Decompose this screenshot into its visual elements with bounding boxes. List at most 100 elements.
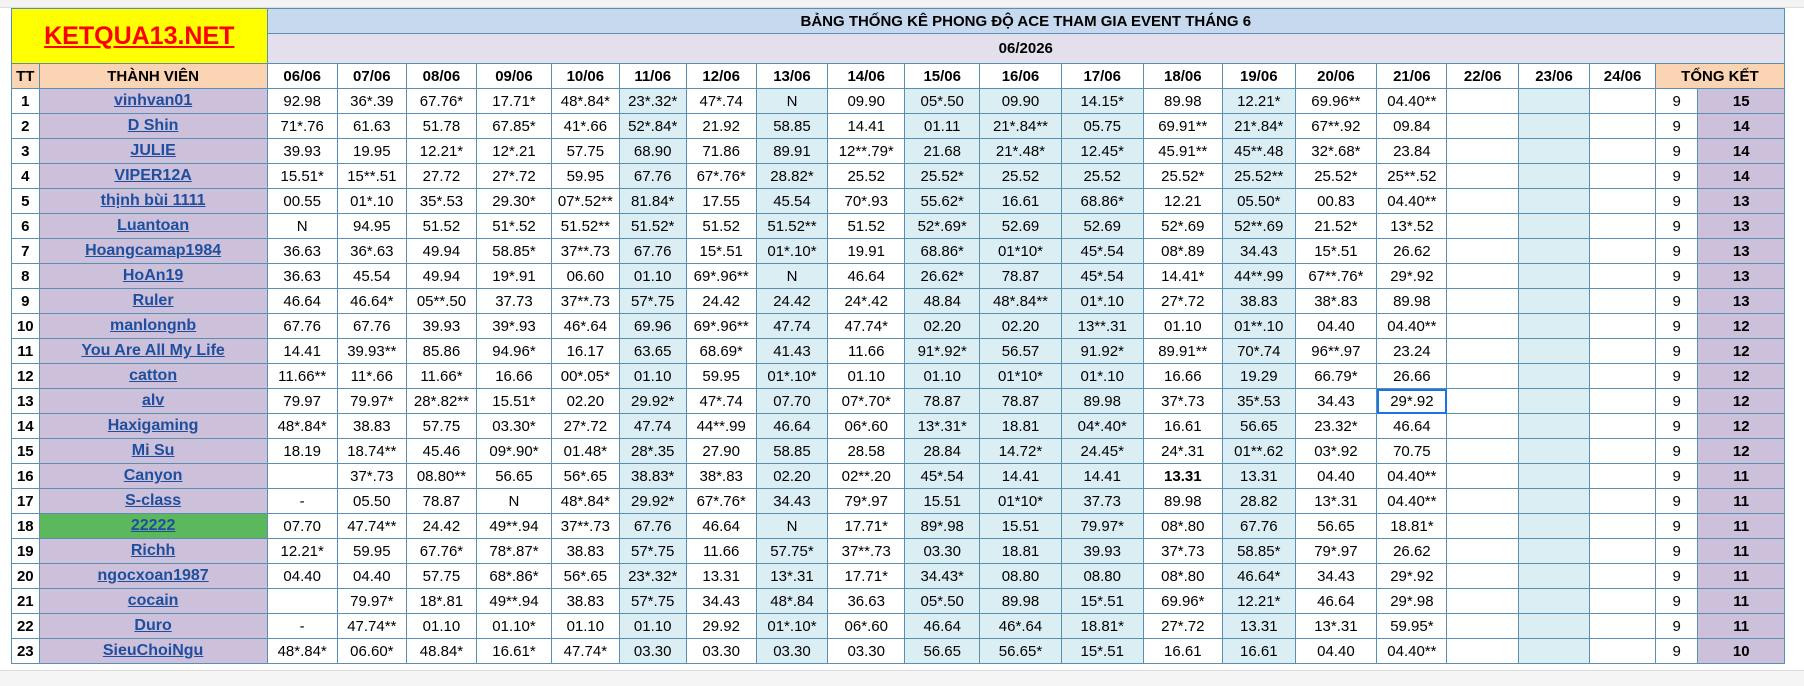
score-cell[interactable]: 78.87: [405, 488, 478, 514]
score-cell[interactable]: [1517, 563, 1591, 589]
score-cell[interactable]: 08*.80: [1142, 563, 1224, 589]
score-cell[interactable]: 48*.84*: [550, 88, 620, 114]
member-link[interactable]: cocain: [38, 588, 268, 614]
score-cell[interactable]: 04.40**: [1376, 188, 1448, 214]
score-cell[interactable]: 71.86: [685, 138, 757, 164]
member-link[interactable]: vinhvan01: [38, 88, 268, 114]
score-cell[interactable]: 38.83: [1222, 288, 1296, 314]
score-cell[interactable]: 66.79*: [1294, 363, 1378, 389]
score-cell[interactable]: 21*.48*: [979, 138, 1062, 164]
score-cell[interactable]: 13**.31: [1060, 313, 1144, 339]
score-cell[interactable]: 23*.32*: [618, 88, 687, 114]
score-cell[interactable]: [1446, 438, 1519, 464]
score-cell[interactable]: 89.98: [979, 588, 1062, 614]
score-cell[interactable]: 29*.92: [1376, 263, 1448, 289]
score-cell[interactable]: [1517, 613, 1591, 639]
score-cell[interactable]: 89.91: [755, 138, 829, 164]
score-cell[interactable]: [1517, 313, 1591, 339]
score-cell[interactable]: 01*10*: [979, 488, 1062, 514]
score-cell[interactable]: 07*.70*: [827, 388, 906, 414]
site-logo[interactable]: KETQUA13.NET: [11, 8, 268, 64]
score-cell[interactable]: 12**.79*: [827, 138, 906, 164]
score-cell[interactable]: 47.74*: [827, 313, 906, 339]
score-cell[interactable]: 09.84: [1376, 113, 1448, 139]
score-cell[interactable]: 45.46: [405, 438, 478, 464]
score-cell[interactable]: 18.81*: [1376, 513, 1448, 539]
score-cell[interactable]: N: [755, 513, 829, 539]
horizontal-scrollbar[interactable]: [0, 670, 1804, 686]
score-cell[interactable]: 69*.96**: [685, 263, 757, 289]
score-cell[interactable]: 46*.64: [550, 313, 620, 339]
score-cell[interactable]: [1446, 88, 1519, 114]
score-cell[interactable]: [1589, 563, 1656, 589]
score-cell[interactable]: 46.64: [1294, 588, 1378, 614]
score-cell[interactable]: 13*.52: [1376, 213, 1448, 239]
score-cell[interactable]: [266, 588, 338, 614]
member-link[interactable]: catton: [38, 363, 268, 389]
score-cell[interactable]: 25.52*: [1142, 163, 1224, 189]
score-cell[interactable]: 04.40**: [1376, 488, 1448, 514]
score-cell[interactable]: 14.41*: [1142, 263, 1224, 289]
score-cell[interactable]: [1517, 238, 1591, 264]
score-cell[interactable]: 02.20: [550, 388, 620, 414]
score-cell[interactable]: 15**.51: [336, 163, 407, 189]
score-cell[interactable]: 16.66: [476, 363, 552, 389]
score-cell[interactable]: [1517, 163, 1591, 189]
score-cell[interactable]: 29.30*: [476, 188, 552, 214]
score-cell[interactable]: 89.91**: [1142, 338, 1224, 364]
score-cell[interactable]: 51.52**: [550, 213, 620, 239]
score-cell[interactable]: 07.70: [755, 388, 829, 414]
score-cell[interactable]: 21*.84*: [1222, 113, 1296, 139]
score-cell[interactable]: 47.74**: [336, 613, 407, 639]
score-cell[interactable]: 15*.51: [685, 238, 757, 264]
score-cell[interactable]: 52.69: [979, 213, 1062, 239]
member-link[interactable]: You Are All My Life: [38, 338, 268, 364]
score-cell[interactable]: 08.80: [979, 563, 1062, 589]
score-cell[interactable]: 04.40: [1294, 638, 1378, 664]
score-cell[interactable]: 28*.35: [618, 438, 687, 464]
score-cell[interactable]: 21.92: [685, 113, 757, 139]
score-cell[interactable]: 67**.76*: [1294, 263, 1378, 289]
score-cell[interactable]: 47.74*: [550, 638, 620, 664]
score-cell[interactable]: 47*.74: [685, 88, 757, 114]
score-cell[interactable]: 69*.96**: [685, 313, 757, 339]
member-link[interactable]: VIPER12A: [38, 163, 268, 189]
score-cell[interactable]: [1589, 488, 1656, 514]
score-cell[interactable]: [1446, 488, 1519, 514]
score-cell[interactable]: 12.21*: [1222, 88, 1296, 114]
score-cell[interactable]: 51.52: [685, 213, 757, 239]
score-cell[interactable]: 51*.52: [476, 213, 552, 239]
score-cell[interactable]: 05.50*: [1222, 188, 1296, 214]
score-cell[interactable]: [1589, 263, 1656, 289]
score-cell[interactable]: 70*.93: [827, 188, 906, 214]
score-cell[interactable]: 24*.31: [1142, 438, 1224, 464]
score-cell[interactable]: 24.42: [405, 513, 478, 539]
member-link[interactable]: Hoangcamap1984: [38, 238, 268, 264]
score-cell[interactable]: 26.62*: [904, 263, 981, 289]
score-cell[interactable]: 03.30*: [476, 413, 552, 439]
score-cell[interactable]: 69.91**: [1142, 113, 1224, 139]
score-cell[interactable]: 35*.53: [405, 188, 478, 214]
score-cell[interactable]: 49**.94: [476, 513, 552, 539]
score-cell[interactable]: 01*.10*: [755, 238, 829, 264]
score-cell[interactable]: 34.43: [1222, 238, 1296, 264]
score-cell[interactable]: 38*.83: [1294, 288, 1378, 314]
score-cell[interactable]: 13*.31: [1294, 613, 1378, 639]
score-cell[interactable]: 71*.76: [266, 113, 338, 139]
score-cell[interactable]: 39*.93: [476, 313, 552, 339]
score-cell[interactable]: [1589, 638, 1656, 664]
score-cell[interactable]: 69.96: [618, 313, 687, 339]
score-cell[interactable]: N: [755, 263, 829, 289]
score-cell[interactable]: 28*.82**: [405, 388, 478, 414]
score-cell[interactable]: 01.10: [904, 363, 981, 389]
score-cell[interactable]: 14.15*: [1060, 88, 1144, 114]
score-cell[interactable]: 15*.51: [1060, 588, 1144, 614]
score-cell[interactable]: 29*.92: [1376, 563, 1448, 589]
score-cell[interactable]: 23*.32*: [618, 563, 687, 589]
score-cell[interactable]: 01.48*: [550, 438, 620, 464]
score-cell[interactable]: [1517, 413, 1591, 439]
score-cell[interactable]: 14.41: [266, 338, 338, 364]
score-cell[interactable]: 03.30: [618, 638, 687, 664]
score-cell[interactable]: 24*.42: [827, 288, 906, 314]
score-cell[interactable]: [1517, 638, 1591, 664]
